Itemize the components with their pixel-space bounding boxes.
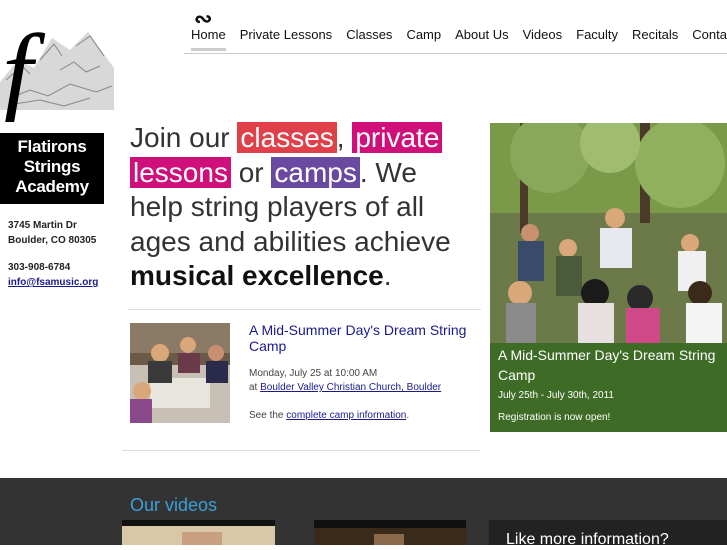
more-info-heading: Like more information?: [506, 531, 669, 545]
event-date: Monday, July 25 at 10:00 AM: [249, 368, 378, 379]
event-venue: at Boulder Valley Christian Church, Boul…: [249, 381, 441, 395]
footer: Our videos Like more information?: [0, 478, 727, 545]
video-thumbnail-2[interactable]: [314, 520, 466, 545]
nav-item-videos[interactable]: Videos: [516, 27, 570, 53]
camp-info-link[interactable]: complete camp information: [286, 410, 406, 421]
divider: [128, 309, 481, 310]
nav-item-faculty[interactable]: Faculty: [569, 27, 625, 53]
contact-info: 303-908-6784 info@fsamusic.org: [8, 260, 98, 290]
hero-tagline: Join our classes, private lessons or cam…: [130, 121, 475, 294]
divider: [122, 450, 480, 451]
brand-line-2: Strings: [23, 157, 81, 176]
nav-item-classes[interactable]: Classes: [339, 27, 399, 53]
address-line-1: 3745 Martin Dr: [8, 220, 77, 231]
feature-camp-photo[interactable]: [490, 123, 727, 343]
private-highlight-link[interactable]: private: [352, 122, 443, 153]
feature-registration: Registration is now open!: [498, 412, 611, 423]
see-suffix: .: [406, 410, 410, 421]
nav-item-home[interactable]: Home: [184, 27, 233, 53]
venue-link[interactable]: Boulder Valley Christian Church, Boulder: [260, 382, 441, 393]
hero-text-2: ,: [336, 122, 353, 153]
feature-title[interactable]: A Mid-Summer Day's Dream String Camp: [498, 345, 723, 385]
hero-text-5: .: [383, 260, 392, 291]
camps-highlight-link[interactable]: camps: [271, 156, 360, 188]
video-1-image: [122, 526, 275, 545]
nav-item-contact[interactable]: Contact: [685, 27, 727, 53]
brand-line-3: Academy: [15, 177, 89, 196]
videos-heading: Our videos: [130, 495, 218, 515]
event-title-link[interactable]: A Mid-Summer Day's Dream String Camp: [249, 322, 469, 354]
hero-text-3: or: [230, 156, 272, 188]
event-see-more: See the complete camp information.: [249, 409, 409, 423]
logo[interactable]: f: [0, 10, 115, 134]
more-info-box[interactable]: Like more information?: [489, 520, 727, 545]
see-prefix: See the: [249, 410, 287, 421]
brand-name[interactable]: Flatirons Strings Academy: [0, 133, 104, 204]
email-link[interactable]: info@fsamusic.org: [8, 277, 98, 288]
lessons-highlight-link[interactable]: lessons: [130, 156, 231, 188]
main-nav: Home Private Lessons Classes Camp About …: [184, 27, 727, 54]
event-photo[interactable]: [130, 323, 230, 423]
hero-text-1: Join our: [130, 122, 238, 153]
feature-dates: July 25th - July 30th, 2011: [498, 390, 614, 401]
hero-bold-text: musical excellence: [130, 260, 384, 291]
video-thumbnail-1[interactable]: [122, 520, 275, 545]
mountain-logo-icon: f: [0, 12, 114, 134]
nav-item-camp[interactable]: Camp: [399, 27, 448, 53]
classes-highlight-link[interactable]: classes: [237, 122, 337, 153]
phone-number: 303-908-6784: [8, 262, 71, 273]
nav-item-private-lessons[interactable]: Private Lessons: [233, 27, 340, 53]
feature-caption[interactable]: A Mid-Summer Day's Dream String Camp Jul…: [490, 343, 727, 432]
venue-prefix: at: [249, 382, 261, 393]
nav-item-about-us[interactable]: About Us: [448, 27, 515, 53]
address: 3745 Martin Dr Boulder, CO 80305: [8, 218, 96, 248]
address-line-2: Boulder, CO 80305: [8, 235, 97, 246]
brand-line-1: Flatirons: [17, 137, 87, 156]
nav-item-recitals[interactable]: Recitals: [625, 27, 685, 53]
video-2-image: [314, 528, 466, 545]
